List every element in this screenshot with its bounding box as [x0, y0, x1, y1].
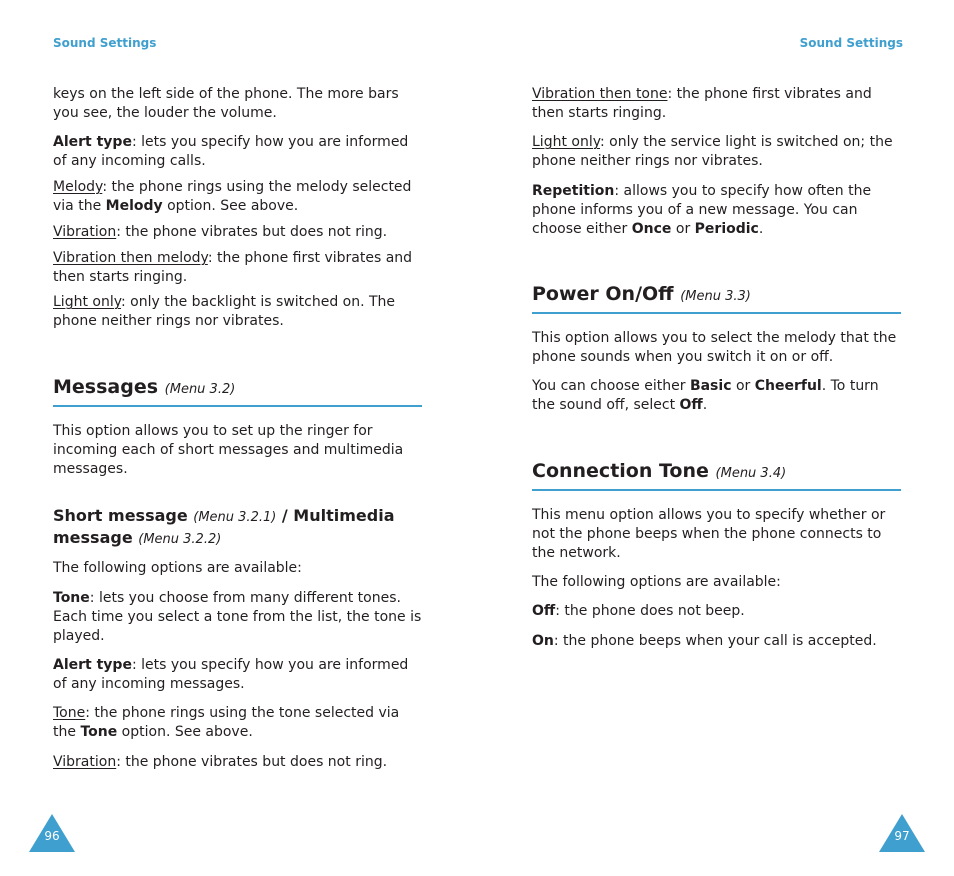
- option-name: Off: [679, 396, 703, 413]
- running-head-right: Sound Settings: [799, 36, 903, 50]
- vibration-messages-paragraph: Vibration: the phone vibrates but does n…: [53, 753, 423, 772]
- description: : the phone vibrates but does not ring.: [116, 754, 388, 770]
- term: Light only: [532, 134, 600, 150]
- term: Off: [532, 603, 556, 619]
- description: : the phone beeps when your call is acce…: [553, 633, 877, 649]
- description: : the phone does not beep.: [555, 603, 745, 619]
- heading-part: Short message: [53, 506, 188, 525]
- menu-reference: (Menu 3.3): [680, 289, 751, 304]
- description: : the phone vibrates but does not ring.: [116, 224, 388, 240]
- term: Alert type: [53, 657, 132, 673]
- description: : lets you choose from many different to…: [53, 590, 422, 644]
- heading-title: Connection Tone: [532, 460, 709, 482]
- page-number-badge-left: 96: [29, 814, 75, 852]
- option-name: Periodic: [694, 220, 759, 237]
- options-available-text: The following options are available:: [532, 574, 781, 590]
- vibration-paragraph: Vibration: the phone vibrates but does n…: [53, 223, 423, 242]
- description: You can choose either: [532, 378, 690, 394]
- term: On: [532, 633, 554, 649]
- menu-reference: (Menu 3.2.1): [193, 510, 277, 525]
- heading-part: / Multimedia: [276, 506, 395, 525]
- running-head-left: Sound Settings: [53, 36, 157, 50]
- page-number: 97: [894, 829, 910, 843]
- term: Tone: [53, 705, 86, 721]
- description: .: [702, 396, 708, 413]
- term: Light only: [53, 294, 121, 310]
- term: Vibration then tone: [532, 86, 668, 102]
- repetition-paragraph: Repetition: allows you to specify how of…: [532, 182, 902, 238]
- description: or: [671, 220, 695, 237]
- description: option. See above.: [162, 197, 299, 214]
- options-available-text: The following options are available:: [53, 560, 302, 576]
- alert-type-messages-paragraph: Alert type: lets you specify how you are…: [53, 656, 423, 694]
- option-name: Melody: [105, 197, 163, 214]
- connection-intro: This menu option allows you to specify w…: [532, 507, 886, 561]
- option-name: Tone: [80, 723, 118, 740]
- short-multimedia-heading: Short message (Menu 3.2.1) / Multimedia m…: [53, 506, 423, 550]
- description: .: [758, 220, 764, 237]
- melody-paragraph: Melody: the phone rings using the melody…: [53, 178, 423, 216]
- menu-reference: (Menu 3.2.2): [138, 532, 222, 547]
- term: Vibration then melody: [53, 250, 208, 266]
- term: Melody: [53, 179, 103, 195]
- menu-reference: (Menu 3.4): [715, 466, 787, 481]
- term: Tone: [53, 590, 90, 606]
- heading-title: Messages: [53, 376, 159, 398]
- intro-paragraph: keys on the left side of the phone. The …: [53, 86, 399, 121]
- vibration-then-tone-paragraph: Vibration then tone: the phone first vib…: [532, 85, 902, 123]
- option-name: Basic: [689, 378, 732, 394]
- term: Alert type: [53, 134, 132, 150]
- term: Repetition: [532, 183, 615, 199]
- power-on-off-heading: Power On/Off (Menu 3.3): [532, 282, 901, 314]
- term: Vibration: [53, 224, 117, 240]
- power-choice-paragraph: You can choose either Basic or Cheerful.…: [532, 377, 902, 415]
- page-number-badge-right: 97: [879, 814, 925, 852]
- vibration-then-melody-paragraph: Vibration then melody: the phone first v…: [53, 249, 423, 287]
- connection-tone-heading: Connection Tone (Menu 3.4): [532, 459, 901, 491]
- heading-title: Power On/Off: [532, 283, 674, 305]
- heading-part: message: [53, 528, 133, 547]
- term: Vibration: [53, 754, 117, 770]
- light-only-paragraph: Light only: only the service light is sw…: [532, 133, 902, 171]
- messages-intro: This option allows you to set up the rin…: [53, 423, 404, 477]
- description: option. See above.: [117, 723, 253, 740]
- option-name: Cheerful: [754, 378, 822, 394]
- page-number: 96: [44, 829, 60, 843]
- tone-paragraph: Tone: lets you choose from many differen…: [53, 589, 423, 645]
- light-only-paragraph: Light only: only the backlight is switch…: [53, 293, 423, 331]
- option-name: Once: [631, 220, 672, 237]
- alert-type-paragraph: Alert type: lets you specify how you are…: [53, 133, 423, 171]
- messages-heading: Messages (Menu 3.2): [53, 375, 422, 407]
- off-paragraph: Off: the phone does not beep.: [532, 602, 902, 621]
- on-paragraph: On: the phone beeps when your call is ac…: [532, 632, 902, 651]
- description: or: [731, 378, 755, 394]
- menu-reference: (Menu 3.2): [164, 382, 236, 397]
- power-intro: This option allows you to select the mel…: [532, 330, 897, 365]
- tone-alert-paragraph: Tone: the phone rings using the tone sel…: [53, 704, 423, 742]
